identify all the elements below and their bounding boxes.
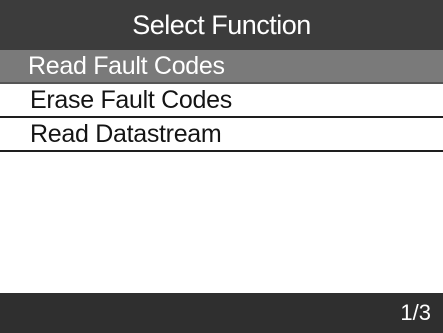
status-bar: 1/3 xyxy=(0,293,443,333)
menu-item-read-fault-codes[interactable]: Read Fault Codes xyxy=(0,50,443,84)
menu-item-label: Erase Fault Codes xyxy=(30,85,232,114)
page-indicator: 1/3 xyxy=(400,300,431,325)
title-bar: Select Function xyxy=(0,0,443,50)
scan-tool-screen: Select Function Read Fault Codes Erase F… xyxy=(0,0,443,333)
menu-item-label: Read Fault Codes xyxy=(28,51,225,80)
menu-item-label: Read Datastream xyxy=(30,119,222,148)
function-menu: Read Fault Codes Erase Fault Codes Read … xyxy=(0,50,443,152)
menu-item-erase-fault-codes[interactable]: Erase Fault Codes xyxy=(0,84,443,118)
page-title: Select Function xyxy=(132,9,311,40)
menu-item-read-datastream[interactable]: Read Datastream xyxy=(0,118,443,152)
